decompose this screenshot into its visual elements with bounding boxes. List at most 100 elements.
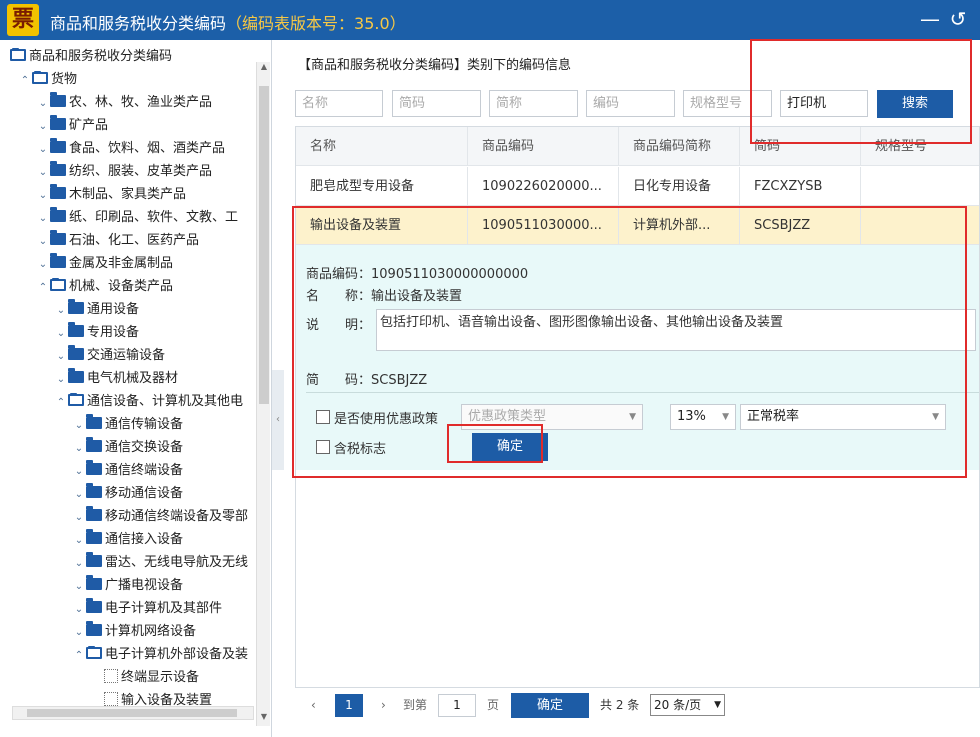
page-size-value: 20 条/页 — [654, 698, 702, 712]
tree-node-label: 通用设备 — [87, 302, 140, 317]
category-tree: 商品和服务税收分类编码 ⌃ 货物 ⌄ 农、林、牧、渔业类产品 ⌄ 矿产品 ⌄ 食品、饮料… — [0, 40, 256, 706]
code-search-input[interactable]: 编码 — [586, 90, 675, 117]
tree-node[interactable]: ⌄ 通信传输设备 — [72, 414, 183, 436]
tree-node[interactable]: ⌄ 专用设备 — [54, 322, 139, 344]
chevron-down-icon[interactable]: ⌄ — [72, 599, 86, 621]
scroll-down-icon[interactable]: ▼ — [257, 712, 271, 726]
column-header-code[interactable]: 商品编码 — [468, 127, 619, 166]
tree-node-label: 通信接入设备 — [105, 532, 184, 547]
collapse-panel-handle[interactable]: ‹ — [272, 370, 284, 470]
tree-node[interactable]: ⌄ 纸、印刷品、软件、文教、工 — [36, 207, 238, 229]
tree-node[interactable]: ⌄ 木制品、家具类产品 — [36, 184, 186, 206]
tree-node-label: 输入设备及装置 — [121, 693, 213, 706]
abbr-search-input[interactable]: 简称 — [489, 90, 578, 117]
tree-node[interactable]: ⌄ 通信接入设备 — [72, 529, 183, 551]
window-title-text: 商品和服务税收分类编码 — [50, 14, 227, 33]
folder-icon — [86, 414, 102, 429]
chevron-up-icon[interactable]: ⌃ — [72, 645, 86, 667]
chevron-down-icon[interactable]: ⌄ — [36, 208, 50, 230]
tree-node[interactable]: ⌄ 雷达、无线电导航及无线 — [72, 552, 248, 574]
chevron-down-icon[interactable]: ⌄ — [72, 622, 86, 644]
chevron-down-icon[interactable]: ⌄ — [72, 461, 86, 483]
chevron-down-icon[interactable]: ⌄ — [36, 231, 50, 253]
tree-node[interactable]: ⌄ 农、林、牧、渔业类产品 — [36, 92, 212, 114]
tree-node[interactable]: 商品和服务税收分类编码 — [10, 46, 172, 68]
tree-node[interactable]: 输入设备及装置 — [104, 690, 212, 706]
page-size-select[interactable]: 20 条/页 ▼ — [650, 694, 725, 716]
tree-node[interactable]: ⌄ 石油、化工、医药产品 — [36, 230, 199, 252]
prev-page-icon[interactable]: ‹ — [311, 694, 316, 717]
tree-node[interactable]: ⌄ 矿产品 — [36, 115, 108, 137]
tree-node[interactable]: ⌄ 移动通信终端设备及零部 — [72, 506, 248, 528]
tree-node[interactable]: ⌄ 食品、饮料、烟、酒类产品 — [36, 138, 225, 160]
folder-open-icon — [86, 646, 102, 659]
current-page-button[interactable]: 1 — [335, 694, 363, 717]
tree-horizontal-scrollbar[interactable] — [12, 706, 254, 720]
chevron-down-icon[interactable]: ⌄ — [72, 438, 86, 460]
goto-page-input[interactable]: 1 — [438, 694, 476, 717]
confirm-highlight-frame — [447, 424, 543, 463]
chevron-down-icon[interactable]: ⌄ — [36, 254, 50, 276]
chevron-down-icon[interactable]: ⌄ — [54, 300, 68, 322]
folder-icon — [86, 621, 102, 636]
folder-icon — [86, 575, 102, 590]
chevron-down-icon[interactable]: ⌄ — [72, 530, 86, 552]
tree-node[interactable]: ⌄ 金属及非金属制品 — [36, 253, 173, 275]
tree-node[interactable]: 终端显示设备 — [104, 667, 199, 689]
chevron-down-icon[interactable]: ⌄ — [72, 484, 86, 506]
tree-node-label: 食品、饮料、烟、酒类产品 — [69, 141, 226, 156]
chevron-down-icon[interactable]: ⌄ — [54, 369, 68, 391]
chevron-down-icon[interactable]: ⌄ — [54, 323, 68, 345]
tree-node[interactable]: ⌃ 货物 — [18, 69, 77, 91]
tree-node[interactable]: ⌄ 电子计算机及其部件 — [72, 598, 222, 620]
chevron-down-icon[interactable]: ⌄ — [36, 116, 50, 138]
tree-node[interactable]: ⌄ 通信终端设备 — [72, 460, 183, 482]
tree-node[interactable]: ⌄ 广播电视设备 — [72, 575, 183, 597]
tree-node-label: 计算机网络设备 — [105, 624, 197, 639]
column-header-name[interactable]: 名称 — [296, 127, 468, 166]
chevron-up-icon[interactable]: ⌃ — [36, 277, 50, 299]
tree-node[interactable]: ⌄ 电气机械及器材 — [54, 368, 178, 390]
table-row[interactable]: 肥皂成型专用设备 1090226020000... 日化专用设备 FZCXZYS… — [296, 167, 979, 206]
scroll-up-icon[interactable]: ▲ — [257, 62, 271, 76]
tree-node[interactable]: ⌄ 通信交换设备 — [72, 437, 183, 459]
tree-node[interactable]: ⌄ 交通运输设备 — [54, 345, 165, 367]
chevron-down-icon[interactable]: ⌄ — [72, 507, 86, 529]
column-header-abbr[interactable]: 商品编码简称 — [619, 127, 740, 166]
tree-node[interactable]: ⌄ 纺织、服装、皮革类产品 — [36, 161, 212, 183]
tree-node[interactable]: ⌃ 机械、设备类产品 — [36, 276, 173, 298]
tree-node-label: 广播电视设备 — [105, 578, 184, 593]
chevron-down-icon[interactable]: ⌄ — [72, 576, 86, 598]
tree-node-label: 终端显示设备 — [121, 670, 200, 685]
tree-node-label: 交通运输设备 — [87, 348, 166, 363]
short-code-search-input[interactable]: 简码 — [392, 90, 481, 117]
goto-confirm-button[interactable]: 确定 — [511, 693, 589, 718]
tree-node-label: 雷达、无线电导航及无线 — [105, 555, 249, 570]
chevron-down-icon[interactable]: ⌄ — [36, 139, 50, 161]
pagination: ‹ 1 › 到第 1 页 确定 共 2 条 20 条/页 ▼ — [295, 688, 980, 722]
minimize-button[interactable]: — — [918, 8, 942, 32]
chevron-down-icon[interactable]: ⌄ — [72, 553, 86, 575]
chevron-down-icon[interactable]: ⌄ — [36, 93, 50, 115]
tree-vertical-scrollbar[interactable]: ▲ ▼ — [256, 62, 270, 726]
next-page-icon[interactable]: › — [381, 694, 386, 717]
tree-node[interactable]: ⌄ 移动通信设备 — [72, 483, 183, 505]
tree-node[interactable]: ⌄ 通用设备 — [54, 299, 139, 321]
name-search-input[interactable]: 名称 — [295, 90, 383, 117]
chevron-up-icon[interactable]: ⌃ — [54, 392, 68, 414]
chevron-down-icon[interactable]: ⌄ — [54, 346, 68, 368]
tree-node[interactable]: ⌃ 电子计算机外部设备及装 — [72, 644, 248, 666]
chevron-down-icon[interactable]: ⌄ — [36, 185, 50, 207]
tree-node[interactable]: ⌄ 计算机网络设备 — [72, 621, 196, 643]
chevron-down-icon[interactable]: ⌄ — [36, 162, 50, 184]
folder-icon — [68, 322, 84, 337]
folder-icon — [86, 460, 102, 475]
chevron-down-icon[interactable]: ⌄ — [72, 415, 86, 437]
tree-scroll-thumb[interactable] — [259, 86, 269, 404]
chevron-up-icon[interactable]: ⌃ — [18, 70, 32, 92]
tree-node-label: 货物 — [51, 72, 78, 87]
back-button[interactable]: ↺ — [946, 8, 970, 32]
tree-hscroll-thumb[interactable] — [27, 709, 237, 717]
tree-node[interactable]: ⌃ 通信设备、计算机及其他电 — [54, 391, 243, 413]
cell-name: 肥皂成型专用设备 — [296, 167, 468, 206]
